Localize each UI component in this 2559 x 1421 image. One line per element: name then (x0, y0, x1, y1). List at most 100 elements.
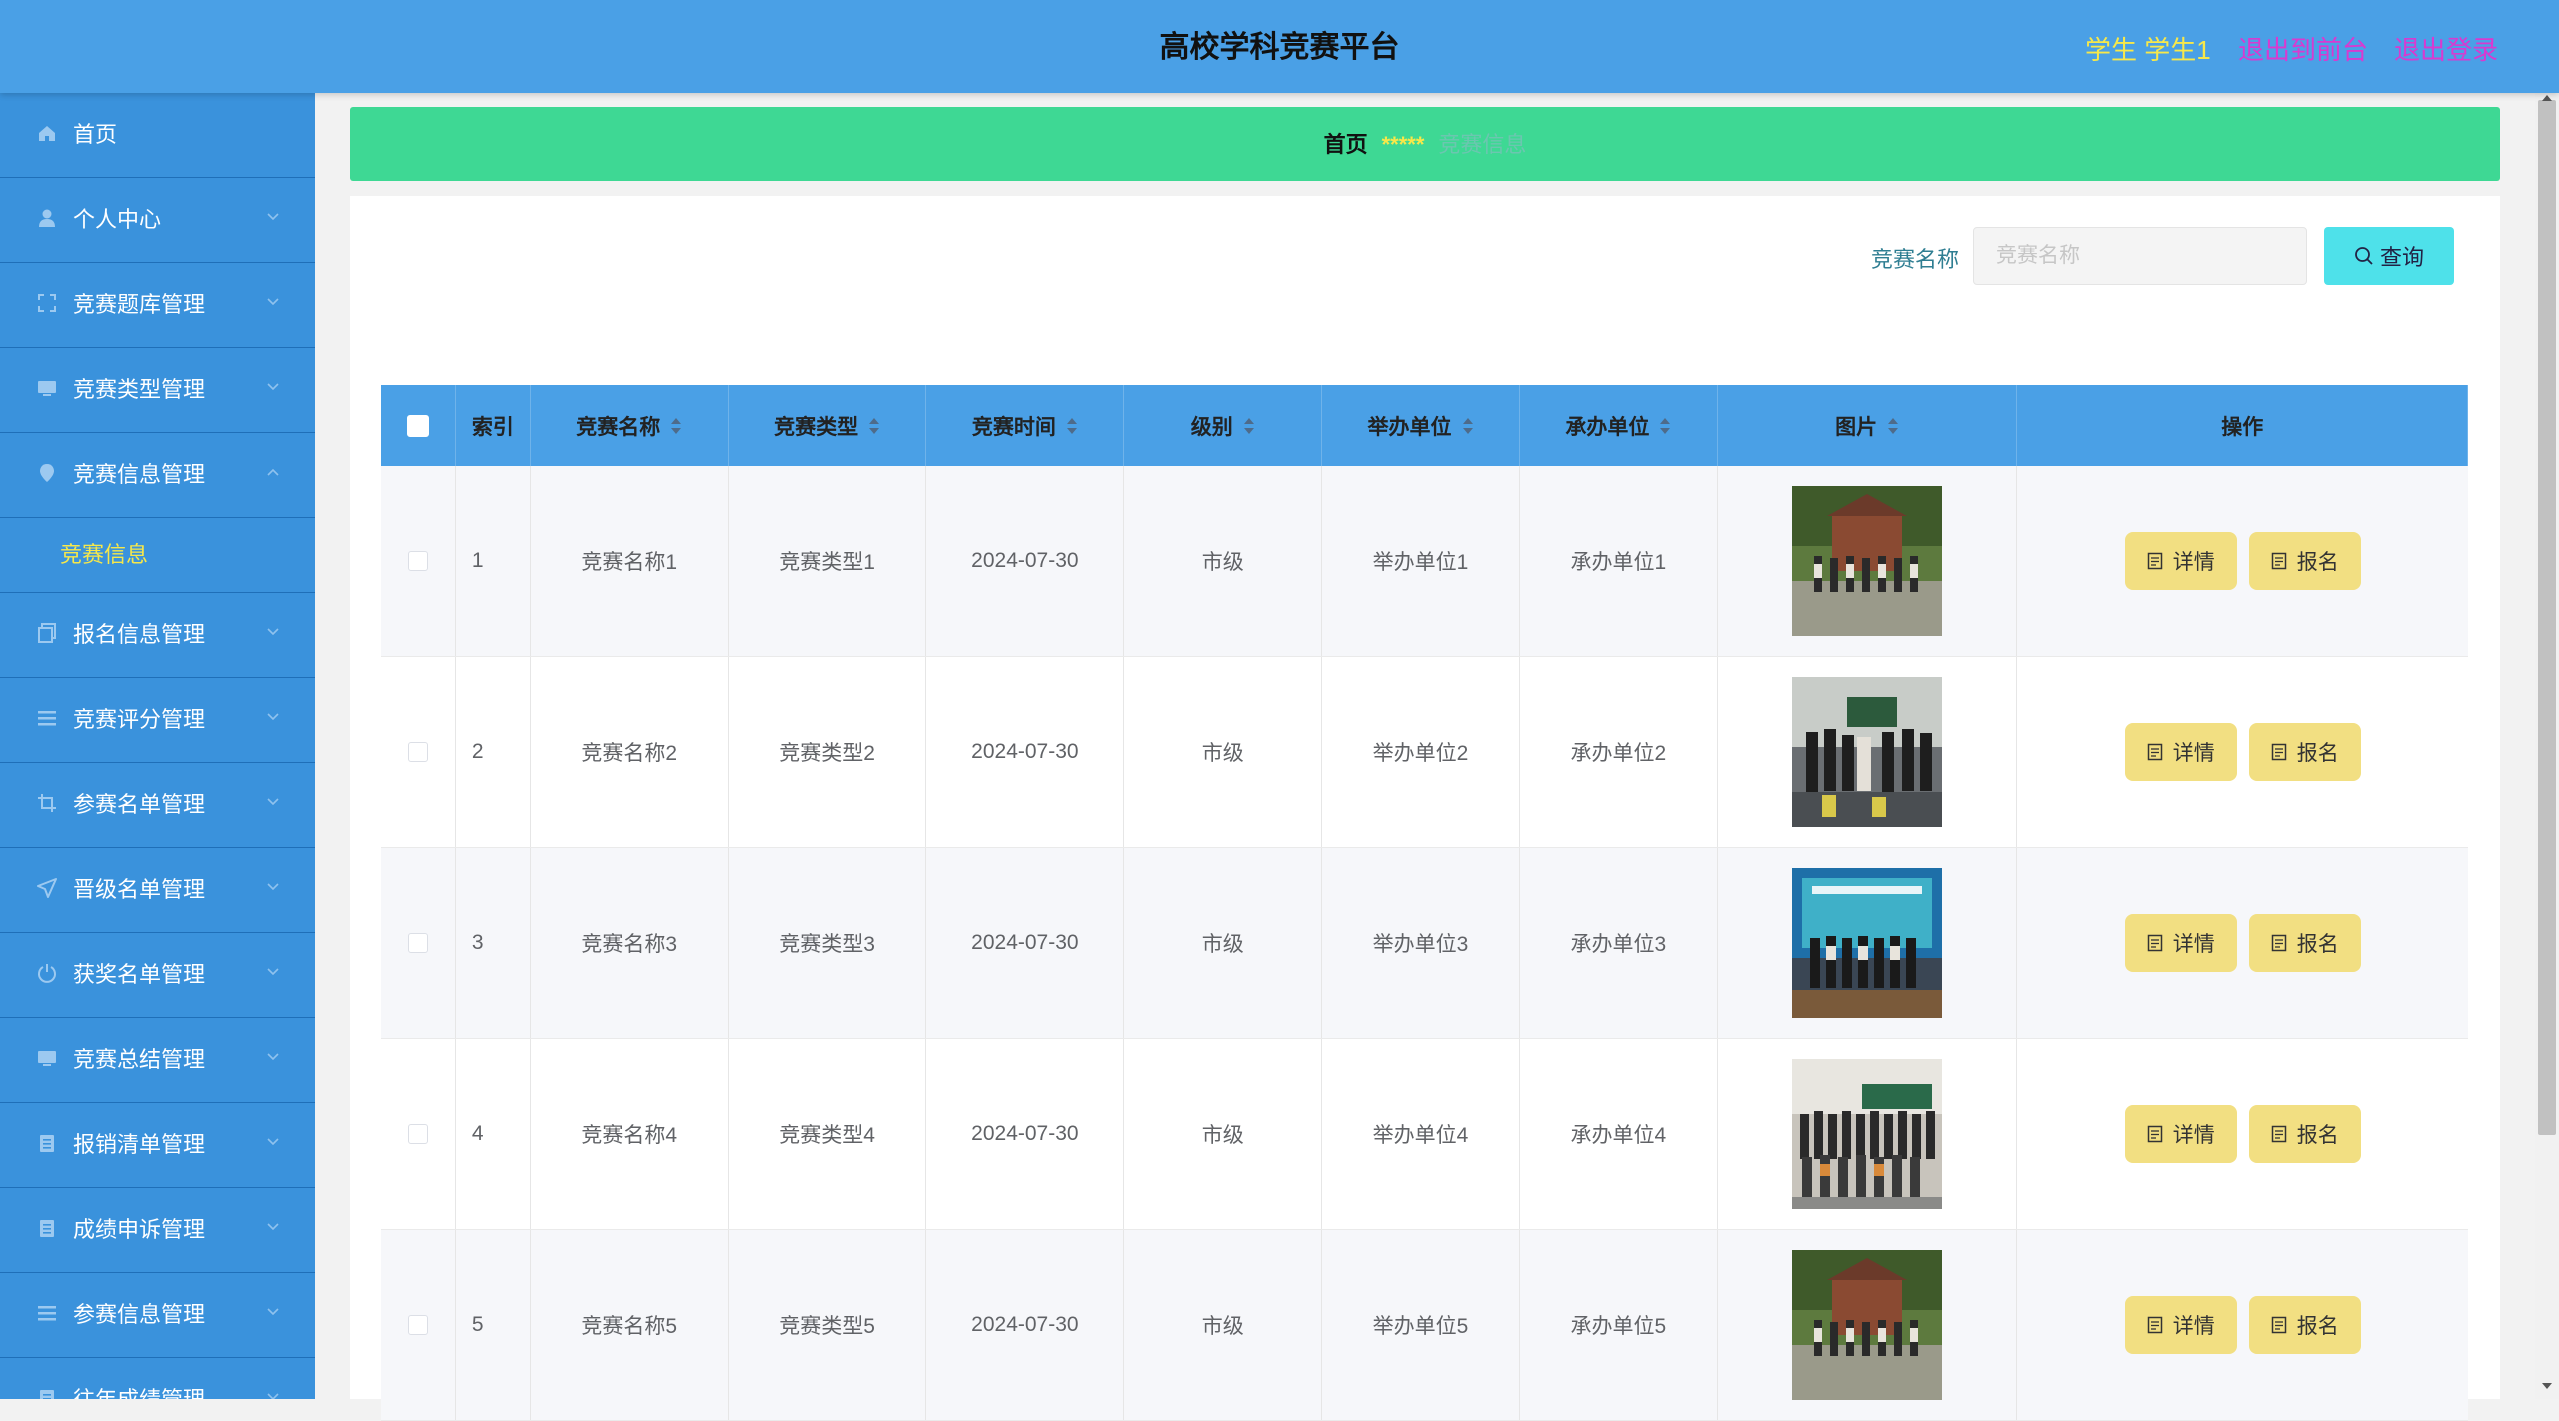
row-checkbox[interactable] (407, 551, 428, 571)
table-row: 2 竞赛名称2 竞赛类型2 2024-07-30 市级 举办单位2 承办单位2 … (381, 657, 2468, 848)
detail-button-label: 详情 (2172, 1315, 2215, 1338)
sidebar-item-profile[interactable]: 个人中心 (0, 178, 315, 263)
submenu-item-contest-info[interactable]: 竞赛信息 (0, 518, 315, 593)
contest-photo[interactable] (1792, 1250, 1943, 1400)
chevron-down-icon (267, 1138, 279, 1146)
contest-photo[interactable] (1792, 677, 1943, 827)
column-header-host[interactable]: 举办单位 (1322, 385, 1520, 466)
chevron-down-icon (267, 713, 279, 721)
detail-button-label: 详情 (2172, 1124, 2215, 1147)
document-icon (36, 1387, 58, 1399)
column-header-label: 图片 (1835, 415, 1878, 439)
select-all-checkbox[interactable] (406, 414, 429, 437)
sidebar-item-participation[interactable]: 参赛信息管理 (0, 1273, 315, 1358)
document-icon (36, 1132, 58, 1154)
table-row: 4 竞赛名称4 竞赛类型4 2024-07-30 市级 举办单位4 承办单位4 … (381, 1039, 2468, 1230)
column-header-level[interactable]: 级别 (1124, 385, 1323, 466)
monitor-icon (36, 1047, 58, 1069)
scrollbar-thumb[interactable] (2538, 100, 2556, 1135)
back-to-front-link[interactable]: 退出到前台 (2238, 30, 2368, 67)
signup-button-label: 报名 (2296, 1315, 2339, 1338)
sidebar-item-contest-type[interactable]: 竞赛类型管理 (0, 348, 315, 433)
sidebar-item-home[interactable]: 首页 (0, 93, 315, 178)
cell-actions: 详情 报名 (2017, 657, 2468, 847)
row-checkbox[interactable] (407, 933, 428, 953)
detail-button-label: 详情 (2172, 551, 2215, 574)
detail-button[interactable]: 详情 (2124, 723, 2237, 781)
cell-organizer: 承办单位2 (1520, 657, 1718, 847)
column-header-type[interactable]: 竞赛类型 (729, 385, 927, 466)
table-row: 5 竞赛名称5 竞赛类型5 2024-07-30 市级 举办单位5 承办单位5 … (381, 1230, 2468, 1421)
breadcrumb-separator: ***** (1381, 132, 1425, 157)
contest-photo[interactable] (1792, 868, 1943, 1018)
sort-icon (1660, 417, 1671, 434)
signup-button[interactable]: 报名 (2248, 1105, 2361, 1163)
cell-date: 2024-07-30 (926, 1039, 1125, 1229)
document-icon (2147, 743, 2162, 761)
signup-button[interactable]: 报名 (2248, 532, 2361, 590)
contest-photo[interactable] (1792, 486, 1943, 636)
sidebar-item-label: 参赛信息管理 (73, 1302, 206, 1327)
cell-image (1718, 1230, 2018, 1420)
detail-button[interactable]: 详情 (2124, 914, 2237, 972)
cell-host: 举办单位1 (1322, 466, 1520, 656)
cell-organizer: 承办单位5 (1520, 1230, 1718, 1420)
sidebar-item-label: 竞赛信息管理 (73, 462, 206, 487)
sidebar-item-participants[interactable]: 参赛名单管理 (0, 763, 315, 848)
submenu-item-label: 竞赛信息 (60, 542, 149, 567)
row-select-cell (381, 1039, 456, 1229)
signup-button-label: 报名 (2296, 551, 2339, 574)
column-header-organizer[interactable]: 承办单位 (1520, 385, 1718, 466)
sidebar-item-label: 获奖名单管理 (73, 962, 206, 987)
signup-button[interactable]: 报名 (2248, 914, 2361, 972)
sidebar-item-contest-info[interactable]: 竞赛信息管理 (0, 433, 315, 518)
sidebar-item-question-bank[interactable]: 竞赛题库管理 (0, 263, 315, 348)
sidebar-item-past-scores[interactable]: 往年成绩管理 (0, 1358, 315, 1399)
sidebar-item-registration[interactable]: 报名信息管理 (0, 593, 315, 678)
sidebar-item-promotion[interactable]: 晋级名单管理 (0, 848, 315, 933)
row-select-cell (381, 848, 456, 1038)
search-button[interactable]: 查询 (2324, 227, 2454, 285)
scroll-down-arrow-icon[interactable] (2541, 1382, 2553, 1390)
sort-icon (1066, 417, 1077, 434)
detail-button[interactable]: 详情 (2124, 1105, 2237, 1163)
sidebar-item-summary[interactable]: 竞赛总结管理 (0, 1018, 315, 1103)
sidebar-item-appeal[interactable]: 成绩申诉管理 (0, 1188, 315, 1273)
contest-photo[interactable] (1792, 1059, 1943, 1209)
sidebar-item-label: 首页 (73, 122, 118, 147)
cell-date: 2024-07-30 (926, 466, 1125, 656)
breadcrumb-home[interactable]: 首页 (1324, 132, 1368, 157)
detail-button[interactable]: 详情 (2124, 1296, 2237, 1354)
power-icon (36, 962, 58, 984)
cell-organizer: 承办单位4 (1520, 1039, 1718, 1229)
sidebar-item-reimbursement[interactable]: 报销清单管理 (0, 1103, 315, 1188)
row-checkbox[interactable] (407, 742, 428, 762)
cell-name: 竞赛名称5 (531, 1230, 729, 1420)
cell-date: 2024-07-30 (926, 657, 1125, 847)
chevron-down-icon (267, 1308, 279, 1316)
search-input[interactable] (1973, 227, 2307, 285)
chevron-down-icon (267, 968, 279, 976)
signup-button[interactable]: 报名 (2248, 723, 2361, 781)
signup-button[interactable]: 报名 (2248, 1296, 2361, 1354)
chevron-down-icon (267, 298, 279, 306)
cell-level: 市级 (1124, 1230, 1323, 1420)
cell-type: 竞赛类型4 (729, 1039, 927, 1229)
logout-link[interactable]: 退出登录 (2394, 30, 2498, 67)
row-checkbox[interactable] (407, 1315, 428, 1335)
detail-button[interactable]: 详情 (2124, 532, 2237, 590)
scroll-up-arrow-icon[interactable] (2541, 94, 2553, 102)
column-header-actions: 操作 (2017, 385, 2468, 466)
chevron-down-icon (267, 1393, 279, 1399)
list-icon (36, 707, 58, 729)
detail-button-label: 详情 (2172, 933, 2215, 956)
document-icon (2271, 552, 2286, 570)
sidebar-item-awards[interactable]: 获奖名单管理 (0, 933, 315, 1018)
column-header-date[interactable]: 竞赛时间 (926, 385, 1125, 466)
column-header-name[interactable]: 竞赛名称 (531, 385, 729, 466)
column-header-image[interactable]: 图片 (1718, 385, 2018, 466)
sidebar-item-scoring[interactable]: 竞赛评分管理 (0, 678, 315, 763)
search-button-label: 查询 (2379, 245, 2424, 270)
column-header-label: 竞赛时间 (971, 415, 1056, 439)
row-checkbox[interactable] (407, 1124, 428, 1144)
